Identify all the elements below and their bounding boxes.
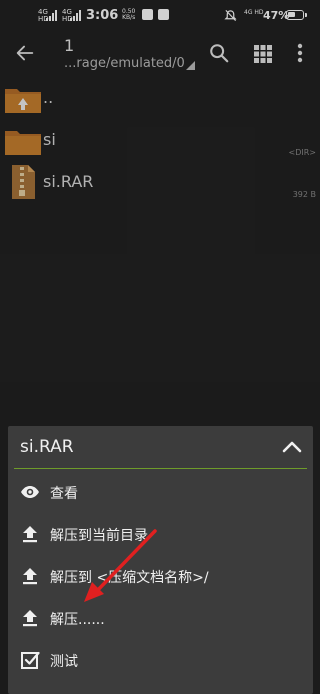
eye-icon (21, 486, 39, 498)
menu-item-view[interactable]: 查看 (8, 472, 313, 514)
divider (14, 468, 307, 469)
upload-icon (23, 526, 37, 543)
upload-icon (23, 610, 37, 627)
chevron-up-icon[interactable] (281, 438, 303, 456)
menu-label: 解压到当前目录 (50, 528, 148, 544)
checkbox-icon (21, 651, 40, 669)
menu-item-extract[interactable]: 解压...... (8, 598, 313, 640)
menu-label: 测试 (50, 654, 78, 670)
menu-item-test[interactable]: 测试 (8, 640, 313, 682)
sheet-title: si.RAR (20, 437, 74, 457)
context-menu-sheet: si.RAR 查看 解压到当前目录 解压到 <压缩文档名称>/ 解压......… (8, 426, 313, 694)
screen: 4G HD 4G HD 3:06 0.50 KB/s 4G HD 47% 1 .… (0, 0, 320, 694)
menu-item-extract-to-folder[interactable]: 解压到 <压缩文档名称>/ (8, 556, 313, 598)
menu-label: 查看 (50, 486, 78, 502)
menu-label: 解压...... (50, 612, 105, 628)
sheet-header: si.RAR (8, 426, 313, 468)
menu-label: 解压到 <压缩文档名称>/ (50, 570, 209, 586)
menu-item-extract-here[interactable]: 解压到当前目录 (8, 514, 313, 556)
upload-icon (23, 568, 37, 585)
